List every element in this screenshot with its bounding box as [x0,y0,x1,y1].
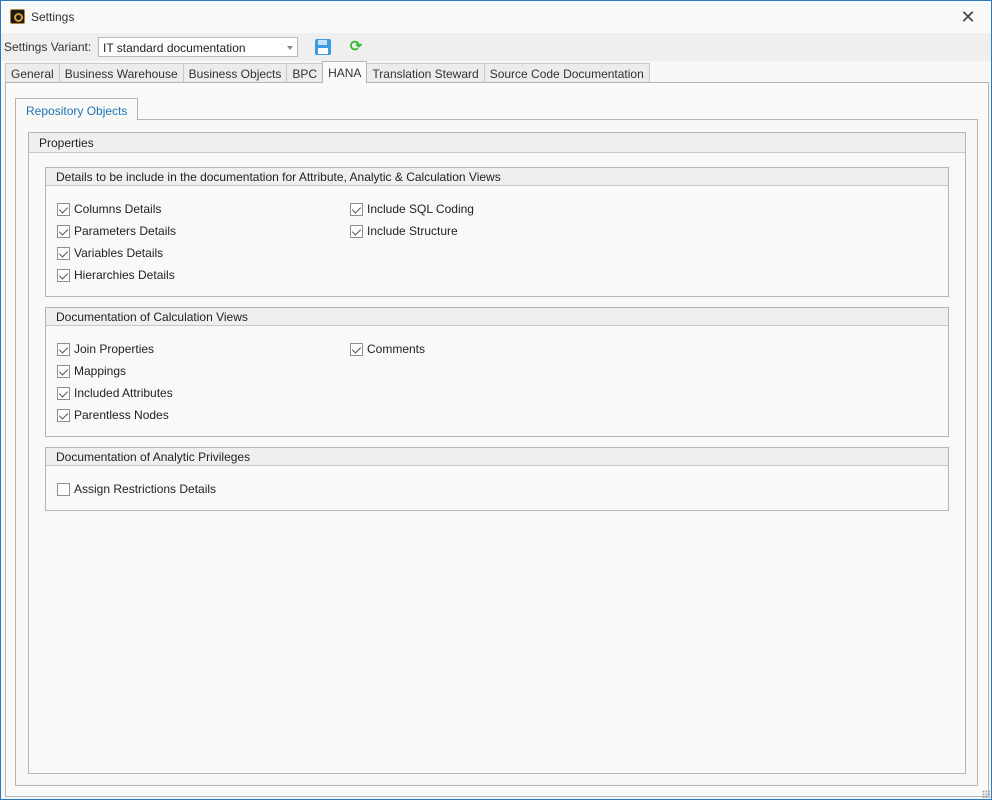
group-title: Documentation of Calculation Views [46,308,948,326]
checkbox-assign-restrictions-details[interactable]: Assign Restrictions Details [57,481,216,497]
checkbox-label: Comments [367,342,426,356]
checkbox-parentless-nodes[interactable]: Parentless Nodes [57,407,169,423]
title-bar: Settings ✕ [1,1,991,33]
checkbox-label: Include SQL Coding [367,202,474,216]
checkmark-icon[interactable] [57,408,70,422]
checkmark-icon[interactable] [350,342,363,356]
tab-general[interactable]: General [5,63,60,83]
tab-translation-steward[interactable]: Translation Steward [366,63,485,83]
checkbox-label: Parentless Nodes [74,408,169,422]
group-title: Details to be include in the documentati… [46,168,948,186]
group-calculation-views: Documentation of Calculation Views Join … [45,307,949,437]
checkbox-included-attributes[interactable]: Included Attributes [57,385,173,401]
close-icon: ✕ [960,7,976,27]
checkmark-icon[interactable] [350,202,363,216]
tab-business-objects[interactable]: Business Objects [182,63,288,83]
checkmark-icon[interactable] [350,224,363,238]
tab-business-warehouse[interactable]: Business Warehouse [58,63,184,83]
toolbar: Settings Variant: IT standard documentat… [1,33,991,61]
checkbox-label: Included Attributes [74,386,173,400]
resize-grip[interactable] [982,790,990,798]
checkmark-icon[interactable] [57,342,70,356]
checkmark-icon[interactable] [57,386,70,400]
checkbox-join-properties[interactable]: Join Properties [57,341,154,357]
settings-variant-label: Settings Variant: [4,40,92,54]
close-button[interactable]: ✕ [953,5,983,29]
checkbox-hierarchies-details[interactable]: Hierarchies Details [57,267,175,283]
group-title: Documentation of Analytic Privileges [46,448,948,466]
checkbox-label: Assign Restrictions Details [74,482,217,496]
main-tabs: General Business Warehouse Business Object… [5,61,650,83]
properties-header: Properties [29,133,965,153]
tab-bpc[interactable]: BPC [286,63,324,83]
refresh-icon[interactable]: ⟳ [348,39,364,55]
checkbox-label: Parameters Details [74,224,177,238]
tab-repository-objects[interactable]: Repository Objects [15,98,139,120]
checkbox-mappings[interactable]: Mappings [57,363,126,379]
checkbox-label: Variables Details [74,246,164,260]
checkbox-columns-details[interactable]: Columns Details [57,201,161,217]
tab-source-code-documentation[interactable]: Source Code Documentation [483,63,650,83]
settings-variant-dropdown[interactable]: IT standard documentation [98,37,298,57]
checkbox-include-sql-coding[interactable]: Include SQL Coding [350,201,474,217]
app-logo-icon [10,9,25,24]
checkbox-parameters-details[interactable]: Parameters Details [57,223,176,239]
settings-window: Settings ✕ Settings Variant: IT standard… [0,0,992,800]
checkmark-icon[interactable] [57,268,70,282]
checkbox-include-structure[interactable]: Include Structure [350,223,458,239]
group-view-details: Details to be include in the documentati… [45,167,949,297]
checkbox-box[interactable] [57,482,70,496]
checkbox-label: Mappings [74,364,127,378]
save-icon[interactable] [315,39,331,55]
chevron-down-icon [287,46,293,50]
checkbox-label: Include Structure [367,224,458,238]
checkmark-icon[interactable] [57,202,70,216]
checkbox-label: Columns Details [74,202,162,216]
checkbox-label: Hierarchies Details [74,268,175,282]
checkmark-icon[interactable] [57,364,70,378]
group-analytic-privileges: Documentation of Analytic Privileges Ass… [45,447,949,511]
tab-hana[interactable]: HANA [322,61,368,83]
checkbox-variables-details[interactable]: Variables Details [57,245,163,261]
window-title: Settings [31,10,75,24]
checkbox-comments[interactable]: Comments [350,341,425,357]
checkmark-icon[interactable] [57,224,70,238]
settings-variant-value: IT standard documentation [103,41,246,55]
checkmark-icon[interactable] [57,246,70,260]
checkbox-label: Join Properties [74,342,155,356]
